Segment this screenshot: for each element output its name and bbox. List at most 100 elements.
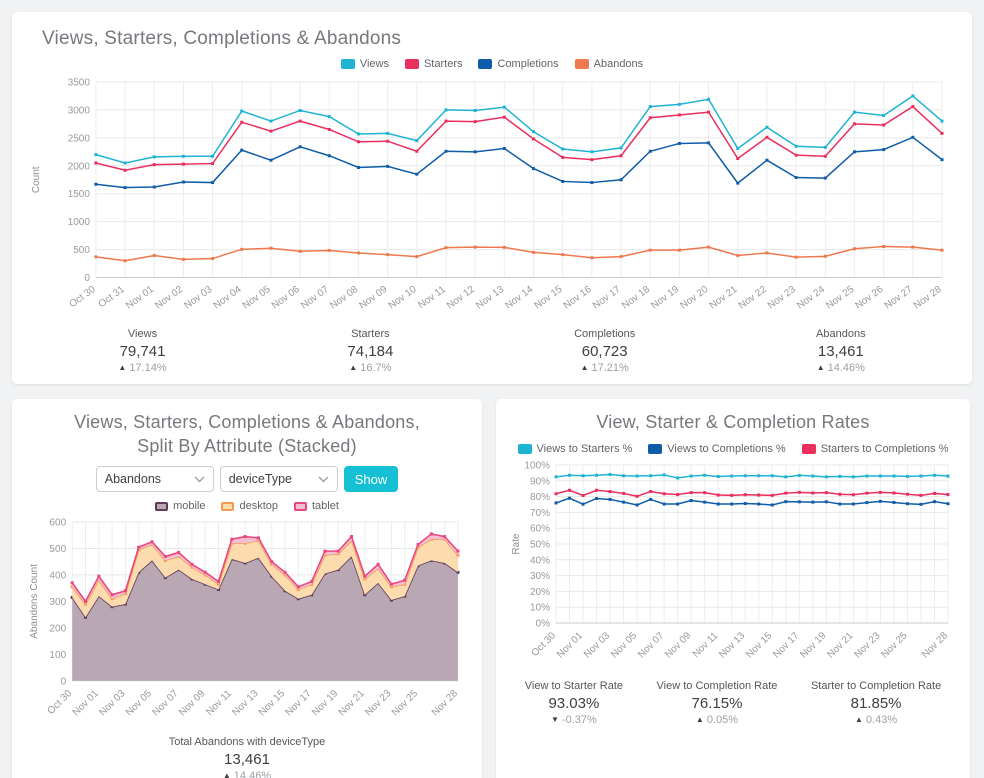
legend-item-starters-to-completions[interactable]: Starters to Completions % xyxy=(801,442,949,455)
stat-delta: ▲ 17.14% xyxy=(118,362,167,375)
panel-split-by-attribute: Views, Starters, Completions & Abandons,… xyxy=(12,399,482,778)
legend-item-desktop[interactable]: desktop xyxy=(221,500,278,512)
svg-text:Nov 03: Nov 03 xyxy=(97,688,128,719)
legend-swatch-icon xyxy=(478,59,493,69)
svg-text:3500: 3500 xyxy=(68,77,91,88)
svg-text:Nov 22: Nov 22 xyxy=(737,284,769,312)
svg-text:Nov 11: Nov 11 xyxy=(204,688,234,718)
rates-chart: 0% 10% 20% 30% 40% 50% 60% 70% 80% 90% 100% Oct 30 N… xyxy=(508,459,958,678)
svg-text:1500: 1500 xyxy=(68,189,91,200)
triangle-up-icon: ▲ xyxy=(118,363,127,373)
metric-select[interactable]: Abandons xyxy=(95,466,214,493)
svg-text:Nov 05: Nov 05 xyxy=(124,688,155,719)
svg-text:300: 300 xyxy=(49,597,66,608)
legend-label: Starters xyxy=(423,58,463,70)
views-starters-completions-abandons-chart: 0 500 1000 1500 2000 2500 3000 3500 Oct 30 Oct 31… xyxy=(28,74,956,326)
svg-text:Nov 23: Nov 23 xyxy=(852,630,882,660)
abandons-split-stacked-chart: 0 100 200 300 400 500 600 Oct 30 Nov 01 Nov 03 Nov… xyxy=(26,516,468,734)
legend-swatch-icon xyxy=(574,59,589,69)
stat-delta: ▲ 17.21% xyxy=(580,362,629,375)
stat-label: Completions xyxy=(574,328,636,341)
svg-text:Nov 04: Nov 04 xyxy=(211,284,243,312)
legend-item-mobile[interactable]: mobile xyxy=(155,500,205,512)
legend-item-tablet[interactable]: tablet xyxy=(294,500,339,512)
svg-text:Nov 17: Nov 17 xyxy=(283,688,314,719)
triangle-up-icon: ▲ xyxy=(855,714,863,724)
svg-text:100: 100 xyxy=(49,650,66,661)
split-controls: Abandons deviceType Show xyxy=(26,466,468,493)
stat-value: 13,461 xyxy=(817,343,864,361)
split-panel-title-line1: Views, Starters, Completions & Abandons, xyxy=(74,412,420,433)
chart-legend-rates: Views to Starters % Views to Completions … xyxy=(508,443,958,455)
svg-text:Nov 07: Nov 07 xyxy=(150,688,181,719)
svg-text:Nov 12: Nov 12 xyxy=(445,284,477,312)
legend-item-completions[interactable]: Completions xyxy=(478,58,559,70)
legend-item-starters[interactable]: Starters xyxy=(404,58,463,70)
svg-text:Nov 06: Nov 06 xyxy=(270,284,302,312)
svg-text:Nov 03: Nov 03 xyxy=(182,284,214,312)
svg-text:Nov 19: Nov 19 xyxy=(649,284,681,312)
split-panel-title: Views, Starters, Completions & Abandons,… xyxy=(26,411,468,458)
svg-text:Nov 23: Nov 23 xyxy=(363,688,394,719)
svg-text:500: 500 xyxy=(73,245,90,256)
legend-label: mobile xyxy=(173,500,206,513)
triangle-up-icon: ▲ xyxy=(816,363,825,373)
svg-text:Nov 20: Nov 20 xyxy=(678,284,710,312)
legend-item-views-to-completions[interactable]: Views to Completions % xyxy=(648,443,786,455)
svg-text:400: 400 xyxy=(49,571,66,582)
svg-text:50%: 50% xyxy=(530,539,550,550)
summary-stats-split: Total Abandons with deviceType 13,461 ▲ 14.… xyxy=(26,736,468,778)
svg-text:Nov 07: Nov 07 xyxy=(299,284,331,312)
stat-completions: Completions 60,723 ▲ 17.21% xyxy=(574,328,635,374)
stat-value: 13,461 xyxy=(224,751,270,769)
svg-text:Nov 28: Nov 28 xyxy=(430,688,461,719)
stat-delta: ▲ 14.46% xyxy=(816,362,865,375)
svg-text:Nov 24: Nov 24 xyxy=(795,284,827,312)
stat-label: Views xyxy=(127,328,158,341)
svg-text:100%: 100% xyxy=(524,460,550,471)
legend-item-views[interactable]: Views xyxy=(340,58,389,70)
svg-text:Count: Count xyxy=(31,166,42,193)
svg-text:Nov 11: Nov 11 xyxy=(416,284,448,311)
svg-text:Nov 01: Nov 01 xyxy=(124,284,156,312)
legend-label: Completions xyxy=(497,58,559,70)
attribute-select[interactable]: deviceType xyxy=(219,466,338,493)
stat-view-to-completion-rate: View to Completion Rate 76.15% ▲ 0.05% xyxy=(657,680,778,726)
rates-panel-title: View, Starter & Completion Rates xyxy=(596,412,870,433)
svg-text:Nov 13: Nov 13 xyxy=(474,284,506,312)
bottom-row: Views, Starters, Completions & Abandons,… xyxy=(12,399,972,778)
svg-text:60%: 60% xyxy=(530,524,550,535)
stat-delta: ▲ 0.05% xyxy=(695,713,739,726)
svg-text:Nov 03: Nov 03 xyxy=(582,630,612,660)
svg-text:Oct 30: Oct 30 xyxy=(46,688,75,717)
svg-text:2500: 2500 xyxy=(68,133,91,144)
legend-label: tablet xyxy=(312,500,339,513)
svg-text:Nov 11: Nov 11 xyxy=(691,630,721,660)
svg-text:600: 600 xyxy=(49,518,66,529)
legend-swatch-icon xyxy=(648,443,663,454)
svg-text:Nov 26: Nov 26 xyxy=(853,284,885,312)
legend-item-abandons[interactable]: Abandons xyxy=(574,58,643,70)
stat-starters: Starters 74,184 ▲ 16.7% xyxy=(347,328,393,374)
stat-delta: ▲ 0.43% xyxy=(855,713,898,726)
triangle-up-icon: ▲ xyxy=(580,363,589,373)
svg-text:Nov 15: Nov 15 xyxy=(257,688,288,719)
svg-text:90%: 90% xyxy=(530,476,550,487)
svg-text:Nov 15: Nov 15 xyxy=(744,630,774,660)
svg-text:Nov 16: Nov 16 xyxy=(562,284,594,312)
svg-text:0: 0 xyxy=(61,676,67,687)
svg-text:3000: 3000 xyxy=(68,105,91,116)
svg-text:Abandons Count: Abandons Count xyxy=(29,564,40,639)
panel-rates: View, Starter & Completion Rates Views t… xyxy=(496,399,970,778)
legend-label: Starters to Completions % xyxy=(820,442,949,455)
attribute-select-value: deviceType xyxy=(228,472,292,487)
stat-abandons: Abandons 13,461 ▲ 14.46% xyxy=(816,328,866,374)
svg-text:Nov 07: Nov 07 xyxy=(636,630,666,660)
legend-swatch-icon xyxy=(294,501,307,511)
legend-item-views-to-starters[interactable]: Views to Starters % xyxy=(517,443,632,455)
triangle-down-icon: ▼ xyxy=(550,714,559,724)
show-button[interactable]: Show xyxy=(343,466,399,493)
svg-text:Oct 30: Oct 30 xyxy=(67,284,98,310)
stat-starter-to-completion-rate: Starter to Completion Rate 81.85% ▲ 0.43% xyxy=(811,680,941,726)
svg-text:Nov 19: Nov 19 xyxy=(798,630,828,660)
